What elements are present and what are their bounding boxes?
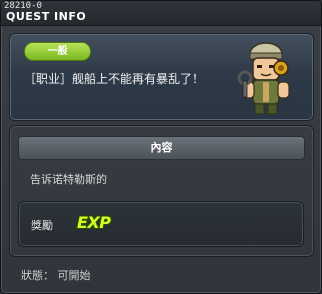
- content-header: 內容: [18, 136, 305, 160]
- quest-info-window: 28210-0 QUEST INFO 一般 ［职业］舰船上不能再有暴乱了！ 內容…: [0, 0, 322, 294]
- quest-description: 告诉诺特勒斯的: [30, 173, 107, 186]
- exp-reward-icon[interactable]: EXP: [77, 213, 111, 232]
- window-title: QUEST INFO: [6, 10, 87, 23]
- quest-detail-panel: 內容 告诉诺特勒斯的 獎勵 EXP: [9, 125, 314, 257]
- reward-label: 獎勵: [31, 219, 53, 232]
- reward-box: 獎勵 EXP: [18, 201, 304, 247]
- title-bar[interactable]: 28210-0 QUEST INFO: [1, 1, 321, 26]
- soldier-npc-icon: [237, 42, 290, 115]
- quest-category-badge: 一般: [24, 42, 91, 61]
- quest-status: 狀態： 可開始: [21, 269, 91, 282]
- quest-name: ［职业］舰船上不能再有暴乱了！: [24, 72, 205, 86]
- quest-summary-panel: 一般 ［职业］舰船上不能再有暴乱了！: [9, 33, 314, 121]
